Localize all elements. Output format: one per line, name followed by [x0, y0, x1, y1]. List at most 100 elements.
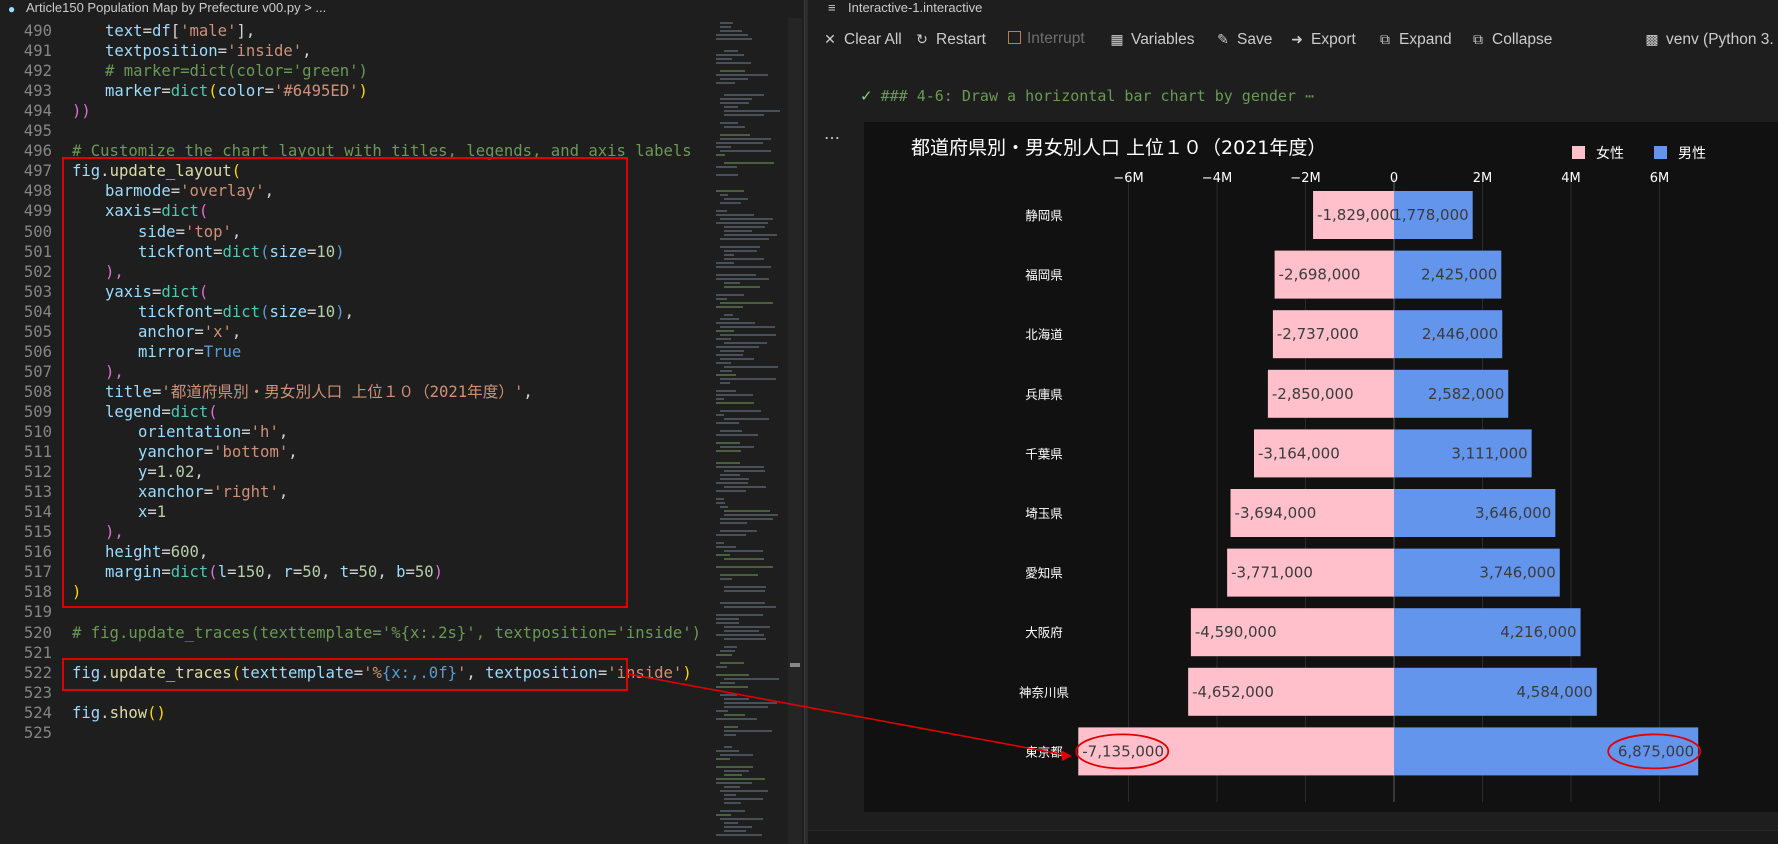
variables-button[interactable]: ▦ Variables	[1109, 27, 1194, 51]
minimap-line	[716, 174, 738, 176]
minimap-line	[724, 646, 737, 648]
minimap-line	[716, 490, 746, 492]
save-button[interactable]: ✎ Save	[1215, 27, 1272, 51]
code-editor[interactable]: ● Article150 Population Map by Prefectur…	[0, 0, 808, 844]
legend-label: 女性	[1596, 145, 1624, 162]
minimap-line	[720, 382, 730, 384]
code-token: ,	[302, 42, 312, 61]
minimap-line	[720, 410, 761, 412]
minimap-line	[716, 434, 758, 436]
minimap-line	[720, 506, 728, 508]
bar-value-label: -3,164,000	[1258, 444, 1340, 462]
minimap-line	[716, 214, 754, 216]
export-icon: ➜	[1291, 31, 1303, 47]
expand-button[interactable]: ⧉ Expand	[1377, 27, 1452, 51]
restart-icon: ↻	[916, 31, 928, 47]
bar-value-label: 1,778,000	[1392, 206, 1468, 224]
code-token: ()	[147, 703, 166, 722]
bar-value-label: -4,590,000	[1195, 623, 1277, 641]
minimap-line	[724, 706, 768, 708]
minimap-line	[720, 70, 745, 72]
category-label: 千葉県	[1025, 446, 1063, 461]
minimap-line	[724, 714, 745, 716]
minimap-line	[720, 334, 776, 336]
category-label: 静岡県	[1025, 208, 1063, 223]
cell-more-actions[interactable]: …	[824, 124, 841, 143]
minimap-line	[716, 502, 725, 504]
code-line[interactable]: 525	[0, 722, 712, 745]
code-token: text	[105, 22, 143, 40]
minimap-line	[716, 54, 744, 56]
minimap-line	[720, 26, 731, 28]
legend-swatch	[1654, 146, 1667, 159]
minimap-line	[724, 678, 779, 680]
code-token: =	[217, 42, 228, 61]
minimap-line	[724, 802, 741, 804]
kernel-picker[interactable]: ▩ venv (Python 3.	[1644, 27, 1773, 51]
expand-label: Expand	[1399, 31, 1452, 48]
minimap-line	[716, 38, 752, 40]
bar-value-label: 3,746,000	[1479, 564, 1555, 582]
editor-scrollbar[interactable]	[788, 18, 802, 844]
save-label: Save	[1237, 31, 1273, 48]
minimap-line	[724, 586, 766, 588]
minimap-line	[724, 282, 740, 284]
interactive-tab[interactable]: ≡ Interactive-1.interactive	[808, 0, 982, 18]
minimap-line	[724, 234, 777, 236]
minimap-line	[720, 578, 732, 580]
breadcrumb[interactable]: ● Article150 Population Map by Prefectur…	[0, 0, 700, 18]
minimap-line	[716, 554, 730, 556]
bar-value-label: -3,694,000	[1235, 504, 1317, 522]
minimap-line	[724, 114, 764, 116]
minimap-line	[724, 746, 732, 748]
minimap-line	[716, 166, 737, 168]
minimap-line	[720, 78, 748, 80]
bar-value-label: 6,875,000	[1618, 742, 1694, 760]
x-tick-label: 2M	[1473, 171, 1493, 186]
minimap-line	[716, 362, 731, 364]
x-tick-label: −4M	[1202, 171, 1232, 186]
minimap-line	[716, 74, 768, 76]
minimap-line	[716, 766, 753, 768]
minimap-line	[716, 482, 748, 484]
minimap-line	[716, 778, 765, 780]
cell-header[interactable]: ✓ ### 4-6: Draw a horizontal bar chart by…	[860, 86, 1314, 106]
minimap-line	[724, 226, 765, 228]
minimap-line	[720, 102, 749, 104]
bar-value-label: -3,771,000	[1231, 564, 1313, 582]
bar-value-label: -2,850,000	[1272, 385, 1354, 403]
minimap-line	[720, 122, 738, 124]
export-button[interactable]: ➜ Export	[1289, 27, 1356, 51]
collapse-button[interactable]: ⧉ Collapse	[1470, 27, 1552, 51]
bar-value-label: 2,425,000	[1421, 266, 1497, 284]
category-label: 神奈川県	[1019, 685, 1069, 700]
minimap-line	[724, 822, 738, 824]
minimap-line	[716, 142, 763, 144]
minimap-line	[716, 402, 754, 404]
minimap-line	[724, 558, 764, 560]
minimap-line	[724, 590, 765, 592]
category-label: 大阪府	[1025, 625, 1063, 640]
interactive-window-icon: ≡	[828, 0, 836, 15]
minimap-line	[716, 718, 757, 720]
restart-button[interactable]: ↻ Restart	[914, 27, 986, 51]
interactive-toolbar: ✕ Clear All ↻ Restart Interrupt ▦ Variables…	[808, 24, 1778, 52]
clear-all-button[interactable]: ✕ Clear All	[822, 27, 902, 51]
code-token: color	[217, 82, 265, 101]
minimap-line	[716, 674, 749, 676]
minimap-line	[720, 430, 742, 432]
editor-scrollbar-thumb[interactable]	[790, 663, 800, 667]
interrupt-button[interactable]: Interrupt	[1008, 27, 1085, 51]
minimap-line	[724, 638, 766, 640]
minimap-line	[720, 478, 749, 480]
minimap-line	[716, 346, 759, 348]
minimap-line	[720, 246, 760, 248]
category-label: 兵庫県	[1025, 387, 1063, 402]
minimap-line	[724, 126, 745, 128]
population-chart[interactable]: −6M −4M −2M 0 2M 4M 6M 都道府県別・男女別人口 上位１０（2021年度）…	[864, 122, 1778, 812]
minimap-line	[716, 622, 739, 624]
minimap-line	[724, 110, 780, 112]
category-label: 福岡県	[1025, 268, 1063, 283]
minimap-line	[724, 106, 738, 108]
minimap-line	[716, 618, 739, 620]
